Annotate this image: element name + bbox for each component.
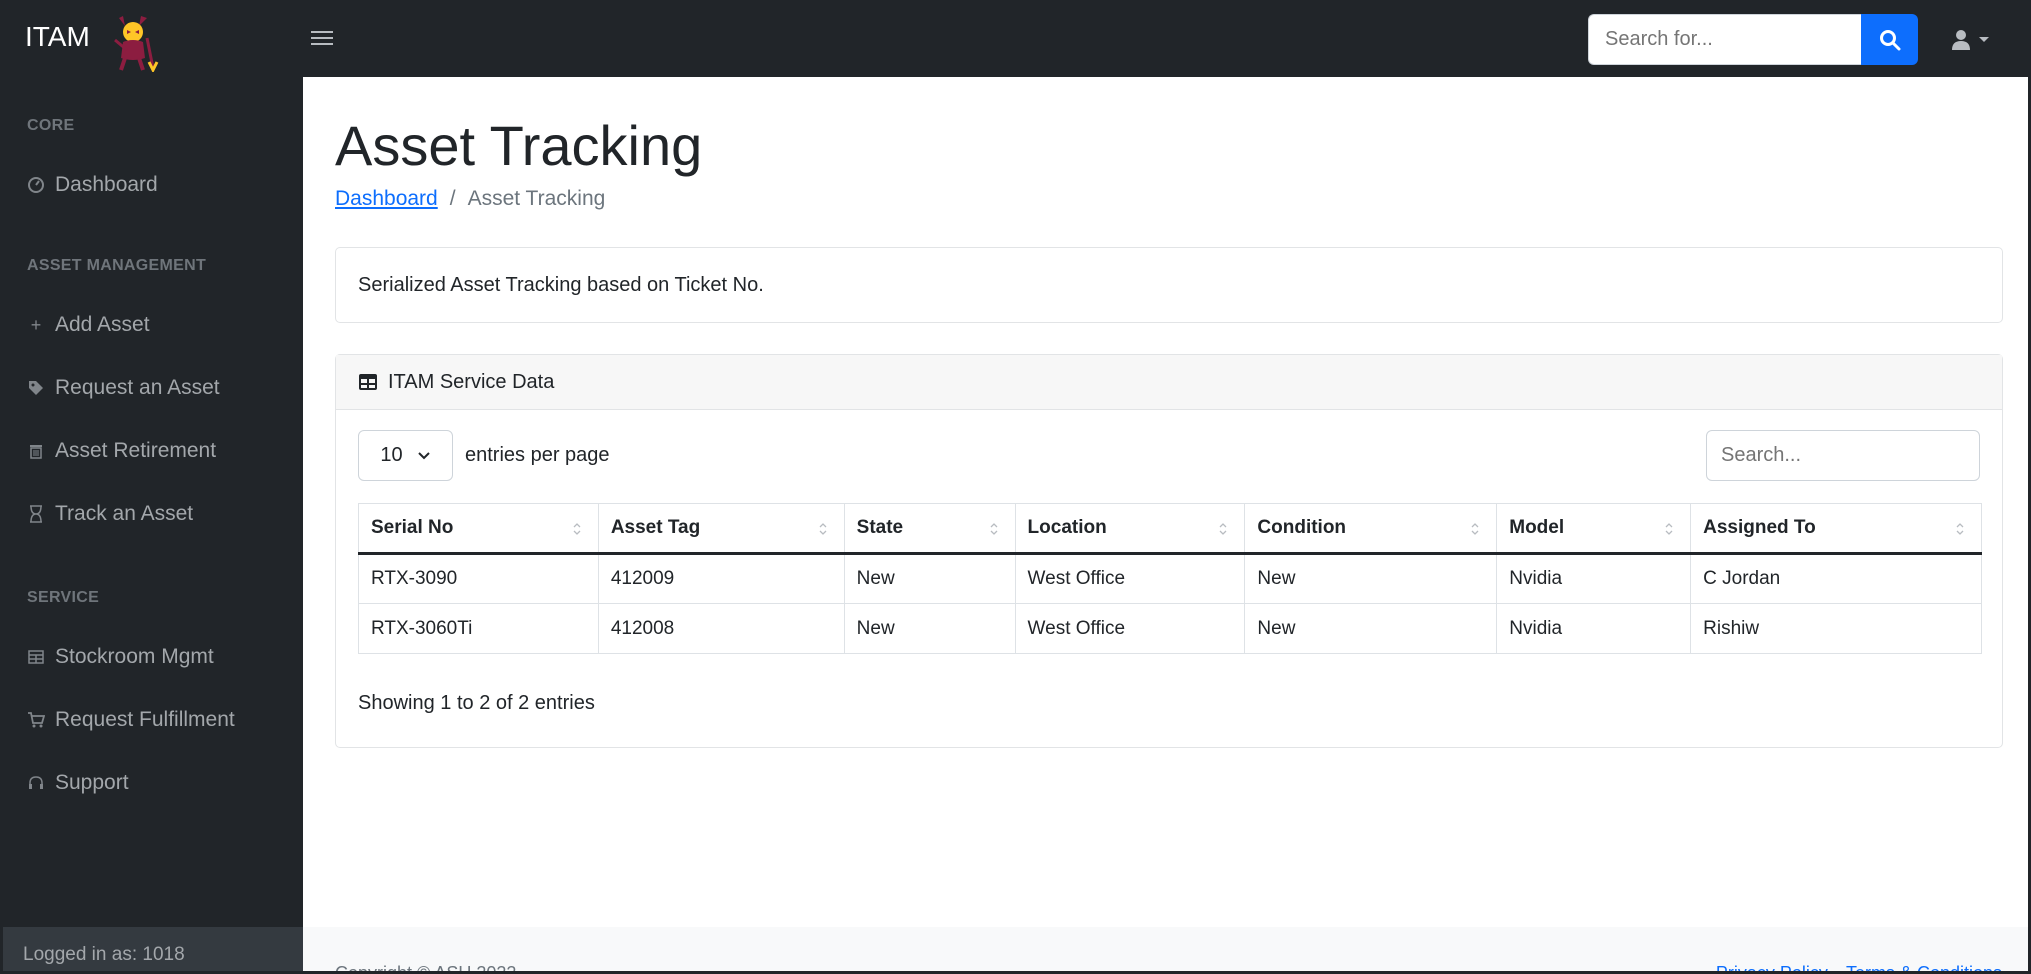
cell-model: Nvidia bbox=[1496, 553, 1692, 604]
sidebar-item-label: Stockroom Mgmt bbox=[55, 645, 214, 668]
sidebar-heading-service: SERVICE bbox=[27, 589, 100, 606]
hourglass-icon bbox=[27, 505, 45, 523]
cell-condition: New bbox=[1244, 603, 1498, 654]
breadcrumb-link-dashboard[interactable]: Dashboard bbox=[335, 187, 438, 211]
pagination-info: Showing 1 to 2 of 2 entries bbox=[358, 692, 595, 714]
page-title: Asset Tracking bbox=[335, 114, 703, 177]
cell-condition: New bbox=[1244, 553, 1498, 604]
card-title: ITAM Service Data bbox=[388, 370, 555, 393]
sidebar-item-dashboard[interactable]: Dashboard bbox=[27, 173, 158, 197]
cell-assigned-to: Rishiw bbox=[1690, 603, 1982, 654]
app-window: ITAM Search for... CORE Dashboard ASSET … bbox=[0, 0, 2031, 974]
cell-asset-tag: 412008 bbox=[597, 603, 845, 654]
sidebar-item-request-asset[interactable]: Request an Asset bbox=[27, 376, 220, 400]
caret-down-icon bbox=[1979, 37, 1989, 42]
trash-icon bbox=[27, 442, 45, 460]
entries-label: entries per page bbox=[465, 444, 610, 466]
column-header-state[interactable]: State bbox=[843, 503, 1016, 555]
column-header-serial-no[interactable]: Serial No bbox=[358, 503, 599, 555]
breadcrumb: Dashboard / Asset Tracking bbox=[335, 187, 605, 211]
sidebar-item-label: Track an Asset bbox=[55, 502, 194, 525]
cell-asset-tag: 412009 bbox=[597, 553, 845, 604]
top-navbar: ITAM bbox=[3, 3, 2028, 77]
sidebar-item-request-fulfillment[interactable]: Request Fulfillment bbox=[27, 708, 235, 732]
entries-value: 10 bbox=[380, 444, 403, 466]
entries-per-page-select[interactable]: 10 bbox=[358, 430, 453, 481]
top-search-input[interactable] bbox=[1588, 14, 1861, 65]
sidebar-item-label: Request Fulfillment bbox=[55, 708, 235, 731]
headset-icon bbox=[27, 774, 45, 792]
sort-icon bbox=[819, 523, 827, 535]
user-icon bbox=[1952, 30, 1970, 50]
breadcrumb-current: Asset Tracking bbox=[467, 187, 606, 210]
sidebar-item-add-asset[interactable]: + Add Asset bbox=[27, 313, 150, 337]
chevron-down-icon bbox=[417, 451, 430, 459]
table-icon bbox=[359, 374, 377, 390]
copyright-text: Copyright © ASU 2022 bbox=[335, 963, 517, 974]
cell-state: New bbox=[843, 553, 1016, 604]
user-menu-button[interactable] bbox=[1950, 27, 1994, 53]
table-row[interactable]: RTX-3060Ti 412008 New West Office New Nv… bbox=[358, 603, 1982, 654]
brand-title[interactable]: ITAM bbox=[25, 21, 90, 53]
logged-in-status: Logged in as: 1018 bbox=[3, 927, 303, 971]
sidebar-item-support[interactable]: Support bbox=[27, 771, 129, 795]
top-search-button[interactable] bbox=[1861, 14, 1918, 65]
breadcrumb-separator: / bbox=[449, 187, 456, 210]
column-header-asset-tag[interactable]: Asset Tag bbox=[597, 503, 845, 555]
cell-state: New bbox=[843, 603, 1016, 654]
page-footer: Copyright © ASU 2022 Privacy Policy · Te… bbox=[303, 927, 2028, 974]
table-icon bbox=[27, 648, 45, 666]
sort-icon bbox=[1219, 523, 1227, 535]
asset-table: Serial No Asset Tag State Location Condi… bbox=[358, 503, 1982, 654]
sort-icon bbox=[1956, 523, 1964, 535]
sort-icon bbox=[573, 523, 581, 535]
cell-model: Nvidia bbox=[1496, 603, 1692, 654]
info-text: Serialized Asset Tracking based on Ticke… bbox=[358, 274, 764, 296]
main-content: Asset Tracking Dashboard / Asset Trackin… bbox=[303, 77, 2028, 974]
sidebar-item-label: Add Asset bbox=[55, 313, 150, 336]
plus-icon: + bbox=[30, 314, 42, 335]
table-search-input[interactable] bbox=[1706, 430, 1980, 481]
footer-separator: · bbox=[1833, 963, 1840, 974]
top-search-group bbox=[1588, 14, 1918, 65]
sidebar-item-track-asset[interactable]: Track an Asset bbox=[27, 502, 193, 526]
card-header: ITAM Service Data bbox=[336, 355, 2002, 410]
dashboard-icon bbox=[27, 176, 45, 194]
sidebar-item-asset-retirement[interactable]: Asset Retirement bbox=[27, 439, 216, 463]
sidebar-item-label: Asset Retirement bbox=[55, 439, 217, 462]
sidebar-toggle-button[interactable] bbox=[311, 27, 333, 49]
table-header-row: Serial No Asset Tag State Location Condi… bbox=[358, 503, 1982, 555]
privacy-policy-link[interactable]: Privacy Policy bbox=[1716, 963, 1828, 971]
sidebar-heading-asset-management: ASSET MANAGEMENT bbox=[27, 257, 207, 274]
cart-icon bbox=[27, 711, 45, 729]
entries-control: 10 entries per page bbox=[358, 430, 610, 481]
sidebar: CORE Dashboard ASSET MANAGEMENT + Add As… bbox=[3, 77, 303, 971]
cell-serial-no: RTX-3060Ti bbox=[358, 603, 599, 654]
sun-devil-logo bbox=[114, 16, 159, 72]
cell-assigned-to: C Jordan bbox=[1690, 553, 1982, 604]
column-header-condition[interactable]: Condition bbox=[1244, 503, 1498, 555]
sidebar-item-label: Dashboard bbox=[55, 173, 158, 196]
footer-links: Privacy Policy · Terms & Conditions bbox=[1716, 963, 2002, 974]
column-header-assigned-to[interactable]: Assigned To bbox=[1690, 503, 1982, 555]
column-header-location[interactable]: Location bbox=[1014, 503, 1246, 555]
sort-icon bbox=[1471, 523, 1479, 535]
table-row[interactable]: RTX-3090 412009 New West Office New Nvid… bbox=[358, 553, 1982, 604]
sort-icon bbox=[1665, 523, 1673, 535]
tag-icon bbox=[27, 379, 45, 397]
terms-link[interactable]: Terms & Conditions bbox=[1846, 963, 2002, 971]
cell-location: West Office bbox=[1014, 603, 1246, 654]
cell-serial-no: RTX-3090 bbox=[358, 553, 599, 604]
sidebar-heading-core: CORE bbox=[27, 117, 75, 134]
cell-location: West Office bbox=[1014, 553, 1246, 604]
sidebar-item-stockroom[interactable]: Stockroom Mgmt bbox=[27, 645, 214, 669]
info-card: Serialized Asset Tracking based on Ticke… bbox=[335, 247, 2003, 323]
sidebar-item-label: Request an Asset bbox=[55, 376, 220, 399]
column-header-model[interactable]: Model bbox=[1496, 503, 1692, 555]
search-icon bbox=[1879, 29, 1900, 50]
sidebar-item-label: Support bbox=[55, 771, 129, 794]
data-card: ITAM Service Data 10 entries per page Se… bbox=[335, 354, 2003, 748]
sort-icon bbox=[990, 523, 998, 535]
